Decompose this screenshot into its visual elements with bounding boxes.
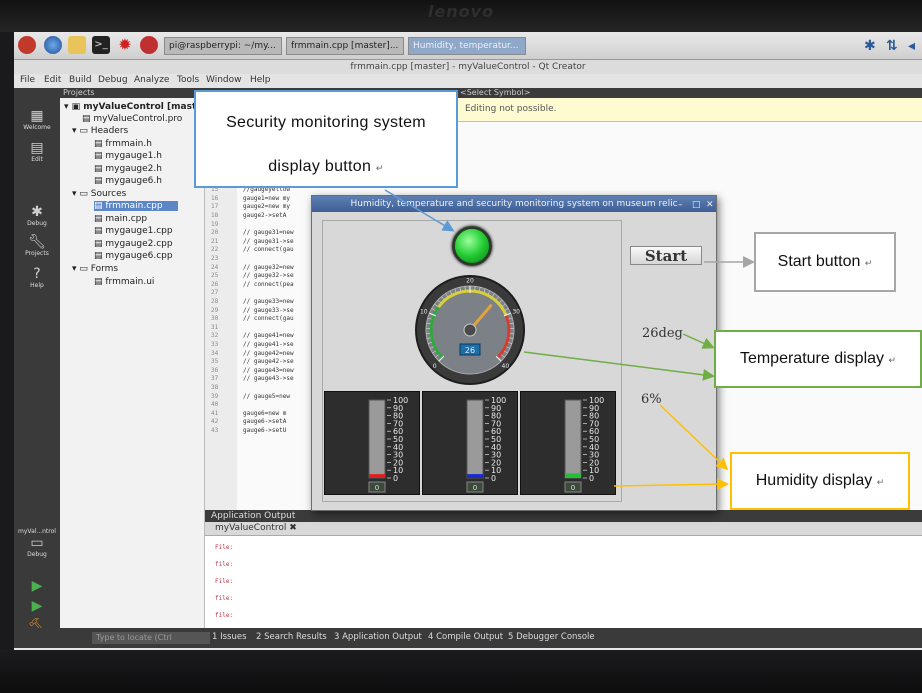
return-mark: ↵ — [375, 163, 384, 173]
humidity-callout-text: Humidity display — [755, 472, 873, 489]
return-mark: ↵ — [864, 258, 873, 268]
humidity-note: 6% — [641, 392, 662, 407]
humidity-callout: Humidity display ↵ — [730, 452, 910, 510]
start-callout: Start button ↵ — [754, 232, 896, 292]
start-callout-text: Start button — [777, 253, 861, 270]
security-callout-line2: display button ↵ — [196, 158, 456, 176]
security-callout: Security monitoring system display butto… — [194, 90, 458, 188]
temperature-callout: Temperature display ↵ — [714, 330, 922, 388]
arrow-temp-note — [682, 333, 715, 349]
arrow-hum-note — [659, 404, 729, 471]
temperature-note: 26deg — [642, 326, 683, 341]
temperature-callout-text: Temperature display — [739, 350, 885, 367]
return-mark: ↵ — [876, 477, 885, 487]
security-callout-text: display button — [268, 158, 372, 175]
return-mark: ↵ — [888, 355, 897, 365]
security-callout-line1: Security monitoring system — [226, 114, 426, 131]
arrow-hum — [613, 478, 729, 491]
arrow-security — [384, 189, 455, 232]
arrow-temp — [523, 351, 715, 381]
